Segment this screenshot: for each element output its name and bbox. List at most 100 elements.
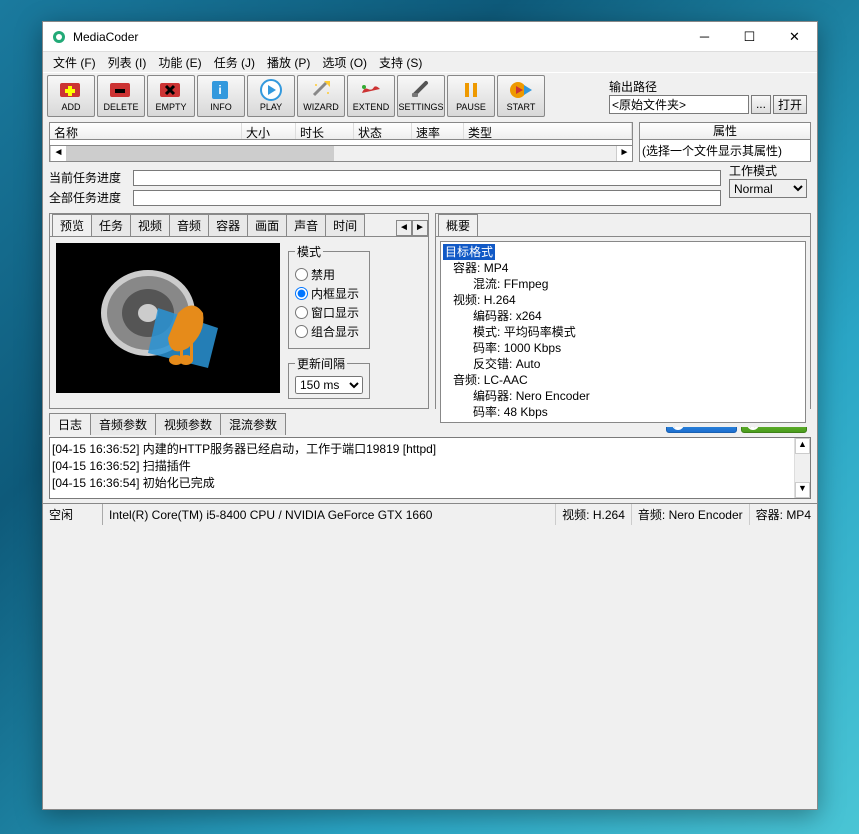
status-video: 视频: H.264 [556, 504, 632, 525]
main-window: MediaCoder ─ ☐ ✕ 文件 (F) 列表 (I) 功能 (E) 任务… [42, 21, 818, 810]
col-rate[interactable]: 速率 [412, 123, 464, 139]
tree-audio: 音频: LC-AAC [443, 372, 803, 388]
right-panel: 概要 目标格式 容器: MP4 混流: FFmpeg 视频: H.264 编码器… [435, 213, 811, 409]
extend-button[interactable]: EXTEND [347, 75, 395, 117]
col-duration[interactable]: 时长 [296, 123, 354, 139]
status-bar: 空闲 Intel(R) Core(TM) i5-8400 CPU / NVIDI… [43, 503, 817, 525]
preview-tab-content: 模式 禁用 内框显示 窗口显示 组合显示 更新间隔 150 ms [50, 236, 428, 408]
mode-window[interactable]: 窗口显示 [295, 304, 363, 321]
tree-vmode: 模式: 平均码率模式 [443, 324, 803, 340]
mode-inframe[interactable]: 内框显示 [295, 285, 363, 302]
work-mode-select[interactable]: Normal [729, 179, 807, 198]
maximize-button[interactable]: ☐ [727, 22, 772, 51]
tab-mux-params[interactable]: 混流参数 [220, 413, 286, 435]
tab-video-params[interactable]: 视频参数 [155, 413, 221, 435]
current-progress-label: 当前任务进度 [49, 169, 129, 186]
mode-combo[interactable]: 组合显示 [295, 323, 363, 340]
col-type[interactable]: 类型 [464, 123, 632, 139]
tab-nav-right-icon[interactable]: ► [412, 220, 428, 236]
start-icon [508, 79, 534, 101]
status-state: 空闲 [43, 504, 103, 525]
pause-button[interactable]: PAUSE [447, 75, 495, 117]
current-progress-bar [133, 170, 721, 186]
col-name[interactable]: 名称 [50, 123, 242, 139]
tree-vencoder: 编码器: x264 [443, 308, 803, 324]
menu-task[interactable]: 任务 (J) [208, 52, 261, 73]
toolbar: ADD DELETE EMPTY iINFO PLAY WIZARD EXTEN… [43, 72, 817, 118]
right-tabs: 概要 [436, 214, 810, 236]
tab-video[interactable]: 视频 [130, 214, 170, 236]
output-path-section: 输出路径 ... 打开 [609, 78, 813, 114]
output-path-label: 输出路径 [609, 78, 807, 95]
tab-audio-params[interactable]: 音频参数 [90, 413, 156, 435]
update-interval-box: 更新间隔 150 ms [288, 355, 370, 399]
scroll-left-icon[interactable]: ◄ [50, 146, 66, 161]
pause-icon [458, 79, 484, 101]
log-line: [04-15 16:36:52] 扫描插件 [52, 457, 808, 474]
tab-container[interactable]: 容器 [208, 214, 248, 236]
media-logo-icon [88, 258, 248, 378]
scroll-right-icon[interactable]: ► [616, 146, 632, 161]
menu-play[interactable]: 播放 (P) [261, 52, 316, 73]
update-interval-title: 更新间隔 [295, 355, 347, 372]
play-icon [258, 79, 284, 101]
menu-support[interactable]: 支持 (S) [373, 52, 428, 73]
output-browse-button[interactable]: ... [751, 95, 771, 114]
wizard-button[interactable]: WIZARD [297, 75, 345, 117]
tab-log[interactable]: 日志 [49, 413, 91, 435]
output-path-input[interactable] [609, 95, 749, 114]
file-list: 名称 大小 时长 状态 速率 类型 ◄ ► [49, 122, 633, 162]
left-panel: 预览 任务 视频 音频 容器 画面 声音 时间 ◄ ► [49, 213, 429, 409]
properties-body: (选择一个文件显示其属性) [639, 140, 811, 162]
minimize-button[interactable]: ─ [682, 22, 727, 51]
scroll-up-icon[interactable]: ▲ [795, 438, 810, 454]
tab-sound[interactable]: 声音 [286, 214, 326, 236]
menu-function[interactable]: 功能 (E) [152, 52, 207, 73]
window-controls: ─ ☐ ✕ [682, 22, 817, 51]
delete-button[interactable]: DELETE [97, 75, 145, 117]
settings-button[interactable]: SETTINGS [397, 75, 445, 117]
play-button[interactable]: PLAY [247, 75, 295, 117]
tab-tasks[interactable]: 任务 [91, 214, 131, 236]
menu-file[interactable]: 文件 (F) [47, 52, 102, 73]
scroll-thumb[interactable] [66, 146, 334, 161]
mode-disable[interactable]: 禁用 [295, 266, 363, 283]
svg-text:i: i [218, 83, 221, 97]
menu-options[interactable]: 选项 (O) [316, 52, 373, 73]
info-button[interactable]: iINFO [197, 75, 245, 117]
tab-nav: ◄ ► [396, 220, 428, 236]
tab-nav-left-icon[interactable]: ◄ [396, 220, 412, 236]
empty-icon [158, 79, 184, 101]
add-button[interactable]: ADD [47, 75, 95, 117]
window-title: MediaCoder [73, 30, 682, 44]
col-status[interactable]: 状态 [354, 123, 412, 139]
log-box[interactable]: [04-15 16:36:52] 内建的HTTP服务器已经启动，工作于端口198… [49, 437, 811, 499]
tab-picture[interactable]: 画面 [247, 214, 287, 236]
close-button[interactable]: ✕ [772, 22, 817, 51]
tree-abitrate: 码率: 48 Kbps [443, 404, 803, 420]
file-list-hscroll[interactable]: ◄ ► [49, 146, 633, 162]
work-mode: 工作模式 Normal [729, 162, 807, 198]
tab-preview[interactable]: 预览 [52, 214, 92, 236]
wizard-icon [308, 79, 334, 101]
empty-button[interactable]: EMPTY [147, 75, 195, 117]
menu-list[interactable]: 列表 (I) [102, 52, 153, 73]
summary-tree[interactable]: 目标格式 容器: MP4 混流: FFmpeg 视频: H.264 编码器: x… [440, 241, 806, 423]
info-icon: i [208, 79, 234, 101]
tree-aencoder: 编码器: Nero Encoder [443, 388, 803, 404]
log-scrollbar[interactable]: ▲ ▼ [794, 438, 810, 498]
tab-time[interactable]: 时间 [325, 214, 365, 236]
tab-audio[interactable]: 音频 [169, 214, 209, 236]
tree-root: 目标格式 [443, 244, 495, 260]
scroll-down-icon[interactable]: ▼ [795, 482, 810, 498]
start-button[interactable]: START [497, 75, 545, 117]
tree-vinter: 反交错: Auto [443, 356, 803, 372]
preview-canvas [56, 243, 280, 393]
col-size[interactable]: 大小 [242, 123, 296, 139]
tab-summary[interactable]: 概要 [438, 214, 478, 236]
work-mode-label: 工作模式 [729, 162, 807, 179]
progress-area: 当前任务进度 全部任务进度 工作模式 Normal [43, 162, 817, 213]
preview-mode-box: 模式 禁用 内框显示 窗口显示 组合显示 [288, 243, 370, 349]
output-open-button[interactable]: 打开 [773, 95, 807, 114]
update-interval-select[interactable]: 150 ms [295, 376, 363, 394]
